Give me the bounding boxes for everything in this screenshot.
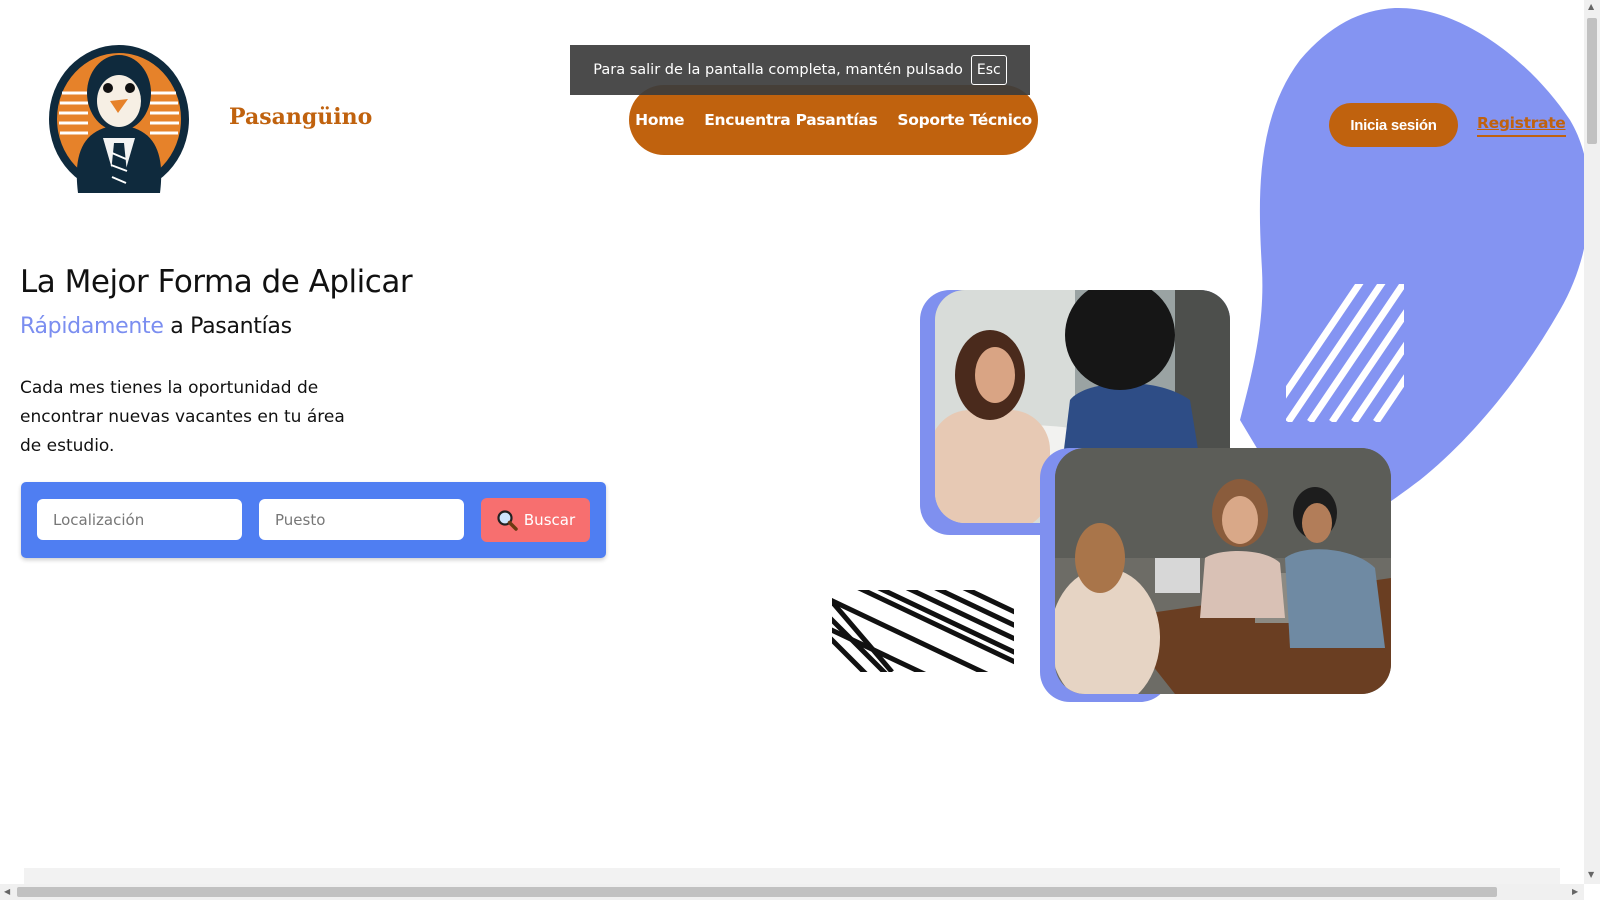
hero-subtitle: Rápidamente a Pasantías (20, 314, 292, 339)
team-meeting-photo (1055, 448, 1391, 694)
vertical-scroll-thumb[interactable] (1587, 18, 1597, 144)
hero-subtitle-rest: a Pasantías (163, 314, 292, 339)
nav-find-internships[interactable]: Encuentra Pasantías (704, 111, 877, 129)
horizontal-scrollbar[interactable]: ◀ ▶ (0, 884, 1584, 900)
location-input[interactable] (37, 499, 242, 540)
search-button[interactable]: Buscar (481, 498, 590, 542)
login-button[interactable]: Inicia sesión (1329, 103, 1458, 147)
scroll-down-arrow-icon[interactable]: ▼ (1588, 870, 1594, 879)
esc-key-hint: Esc (970, 55, 1007, 85)
nav-tech-support[interactable]: Soporte Técnico (897, 111, 1032, 129)
horizontal-scroll-thumb[interactable] (17, 887, 1497, 897)
hero-subtitle-accent: Rápidamente (20, 314, 164, 339)
register-link[interactable]: Registrate (1477, 114, 1566, 137)
fullscreen-notice-text: Para salir de la pantalla completa, mant… (593, 62, 963, 78)
scroll-right-arrow-icon[interactable]: ▶ (1572, 887, 1578, 896)
black-stripes-decoration (832, 590, 1014, 672)
position-input[interactable] (259, 499, 464, 540)
nav-home[interactable]: Home (635, 111, 684, 129)
hero-title: La Mejor Forma de Aplicar (20, 264, 413, 300)
main-nav: Home Encuentra Pasantías Soporte Técnico (629, 85, 1038, 155)
scroll-left-arrow-icon[interactable]: ◀ (4, 887, 10, 896)
hero-description: Cada mes tienes la oportunidad de encont… (20, 378, 345, 456)
footer-strip (24, 868, 1560, 884)
scroll-up-arrow-icon[interactable]: ▲ (1588, 2, 1594, 11)
penguin-logo[interactable] (48, 43, 190, 195)
brand-name[interactable]: Pasangüino (229, 104, 372, 130)
vertical-scrollbar[interactable]: ▲ ▼ (1584, 0, 1600, 884)
search-button-label: Buscar (523, 511, 576, 529)
fullscreen-notice: Para salir de la pantalla completa, mant… (570, 45, 1030, 95)
search-panel: Buscar (21, 482, 606, 558)
magnifier-icon (497, 510, 518, 531)
white-stripes-decoration (1286, 284, 1404, 422)
